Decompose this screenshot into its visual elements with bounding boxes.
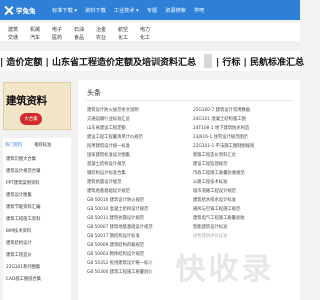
list-item[interactable]: 建设工程监理规范 (193, 161, 298, 167)
banner-right-text: | 行标 | 民航标准汇总 (216, 58, 304, 68)
category-link[interactable]: 电子 (52, 26, 74, 33)
category-row: 交通 汽车 医药 食品 农业 化工 化工 (8, 34, 162, 41)
banner-divider (204, 54, 212, 68)
sidebar-item[interactable]: 建筑识图大合集 (6, 156, 70, 162)
category-link[interactable]: 化工 (118, 34, 140, 41)
list-item[interactable]: 混凝土结构设计规范 (87, 161, 185, 167)
sidebar-item[interactable]: 建筑结构设计 (6, 240, 70, 246)
headline-label: 头条 (87, 89, 101, 97)
list-item[interactable]: GB 50011 建筑抗震设计规范 (87, 215, 185, 221)
list-item[interactable]: 24T108-1 地下建筑防水构造 (193, 125, 298, 131)
promo-seal: 大合集 (20, 113, 42, 125)
list-item[interactable]: 钢结构设计标准合集 (87, 170, 185, 176)
category-link[interactable]: 建筑 (8, 26, 30, 33)
list-item[interactable]: 建筑给水排水设计标准 (193, 197, 298, 203)
promo-image[interactable]: 建筑资料 大合集 (3, 82, 71, 130)
sidebar-item[interactable]: 建筑工程施工资料 (6, 216, 70, 222)
site-logo[interactable]: 学兔兔 (4, 5, 46, 15)
tab-recommended-standards[interactable]: 推荐标准 (34, 142, 51, 148)
logo-x-icon (4, 6, 13, 15)
nav-standards[interactable]: 标准下载 ▾ (52, 7, 77, 14)
category-link[interactable]: 医药 (52, 34, 74, 41)
list-item[interactable]: 通风与空调工程施工规范 (193, 206, 298, 212)
headline-divider (86, 100, 292, 101)
list-item[interactable]: 民用建筑设计统一标准 (87, 143, 185, 149)
list-item[interactable]: 建筑抗震设计规范 (87, 179, 185, 185)
top-navigation-bar: 学兔兔 标准下载 ▾ 资料下载 工业技术 ▾ 专题 资源搜索 学吧 (0, 0, 300, 20)
list-item[interactable]: 公路工程技术标准 (193, 179, 298, 185)
sidebar-item[interactable]: 建筑设计图集 (6, 192, 70, 198)
category-link[interactable]: 汽车 (30, 34, 52, 41)
sidebar-item[interactable]: CAD施工图纸合集 (6, 276, 70, 282)
category-link[interactable]: 石油 (74, 26, 96, 33)
list-item[interactable]: 山东省建设工程定额 (87, 125, 185, 131)
sidebar-item[interactable]: 建筑节能资料汇编 (6, 204, 70, 210)
tab-hot-resources[interactable]: 热门资料 (5, 142, 22, 148)
category-link[interactable]: 交通 (8, 34, 30, 41)
list-item[interactable]: 23J916-1 住宅设计规范图示 (193, 134, 298, 140)
sidebar: 热门资料 推荐标准 建筑识图大合集 建筑设计规范合辑 PPT建筑案例资料 建筑设… (3, 138, 71, 300)
nav-topics[interactable]: 专题 (147, 7, 157, 14)
category-link[interactable]: 冶金 (96, 26, 118, 33)
nav-learn[interactable]: 学吧 (194, 7, 204, 14)
category-link[interactable]: 食品 (74, 34, 96, 41)
watermark-text: 快收录 (175, 252, 275, 287)
nav-search[interactable]: 资源搜索 (165, 7, 186, 14)
list-item[interactable]: 24G101 混凝土结构施工图 (193, 116, 298, 122)
sidebar-tabs: 热门资料 推荐标准 (5, 142, 63, 148)
list-item[interactable]: GB 50007 建筑地基基础设计规范 (87, 224, 185, 230)
nav-resources[interactable]: 资料下载 (85, 7, 106, 14)
list-item[interactable]: 交通运输行业标准汇总 (87, 116, 185, 122)
list-item[interactable]: 建筑设计防火规范条文说明 (87, 107, 185, 113)
category-row: 建筑 机械 电子 石油 冶金 航空 电力 (8, 26, 162, 33)
promo-banner[interactable]: | 造价定额 | 山东省工程造价定额及培训资料汇总 | 行标 | 民航标准汇总 (0, 51, 304, 71)
list-item[interactable]: GB 50016 建筑设计防火规范 (87, 197, 185, 203)
list-item[interactable]: 建设工程工程量清单计价规范 (87, 134, 185, 140)
category-box: 建筑 机械 电子 石油 冶金 航空 电力 交通 汽车 医药 食品 农业 化工 化… (0, 23, 300, 41)
logo-text: 学兔兔 (16, 7, 36, 15)
category-link[interactable]: 电力 (140, 26, 162, 33)
list-item[interactable]: 22G101-1 平法施工图制图规则 (193, 143, 298, 149)
list-item[interactable]: 智能建筑设计标准 (193, 224, 298, 230)
list-item[interactable]: 城市道路工程设计规范 (193, 188, 298, 194)
list-item[interactable]: 建筑电气工程施工质量验收 (193, 215, 298, 221)
nav-industrial-tech[interactable]: 工业技术 ▾ (114, 7, 139, 14)
list-item[interactable]: 新版工程造价资料汇总 (193, 152, 298, 158)
watermark-overlay: 快收录 (150, 232, 300, 300)
banner-left-text: | 造价定额 | 山东省工程造价定额及培训资料汇总 (0, 58, 196, 68)
sidebar-item[interactable]: 建筑工程造价 (6, 252, 70, 258)
list-item[interactable]: 国家建筑标准设计图集 (87, 152, 185, 158)
category-link[interactable]: 航空 (118, 26, 140, 33)
category-link[interactable]: 机械 (30, 26, 52, 33)
category-link[interactable]: 农业 (96, 34, 118, 41)
list-item[interactable]: GB 50010 混凝土结构设计规范 (87, 206, 185, 212)
main-nav: 标准下载 ▾ 资料下载 工业技术 ▾ 专题 资源搜索 学吧 (52, 7, 212, 14)
sidebar-item[interactable]: BIM技术资料 (6, 228, 70, 234)
list-item[interactable]: 建筑地基基础设计规范 (87, 188, 185, 194)
sidebar-item[interactable]: PPT建筑案例资料 (6, 180, 70, 186)
sidebar-item[interactable]: 22G101系列图集 (6, 264, 70, 270)
list-item[interactable]: 市政工程施工质量验收规范 (193, 170, 298, 176)
promo-title: 建筑资料 (6, 95, 47, 107)
category-link[interactable]: 化工 (140, 34, 162, 41)
sidebar-item[interactable]: 建筑设计规范合辑 (6, 168, 70, 174)
list-item[interactable]: 25G160-7 建筑设计常用数据 (193, 107, 298, 113)
